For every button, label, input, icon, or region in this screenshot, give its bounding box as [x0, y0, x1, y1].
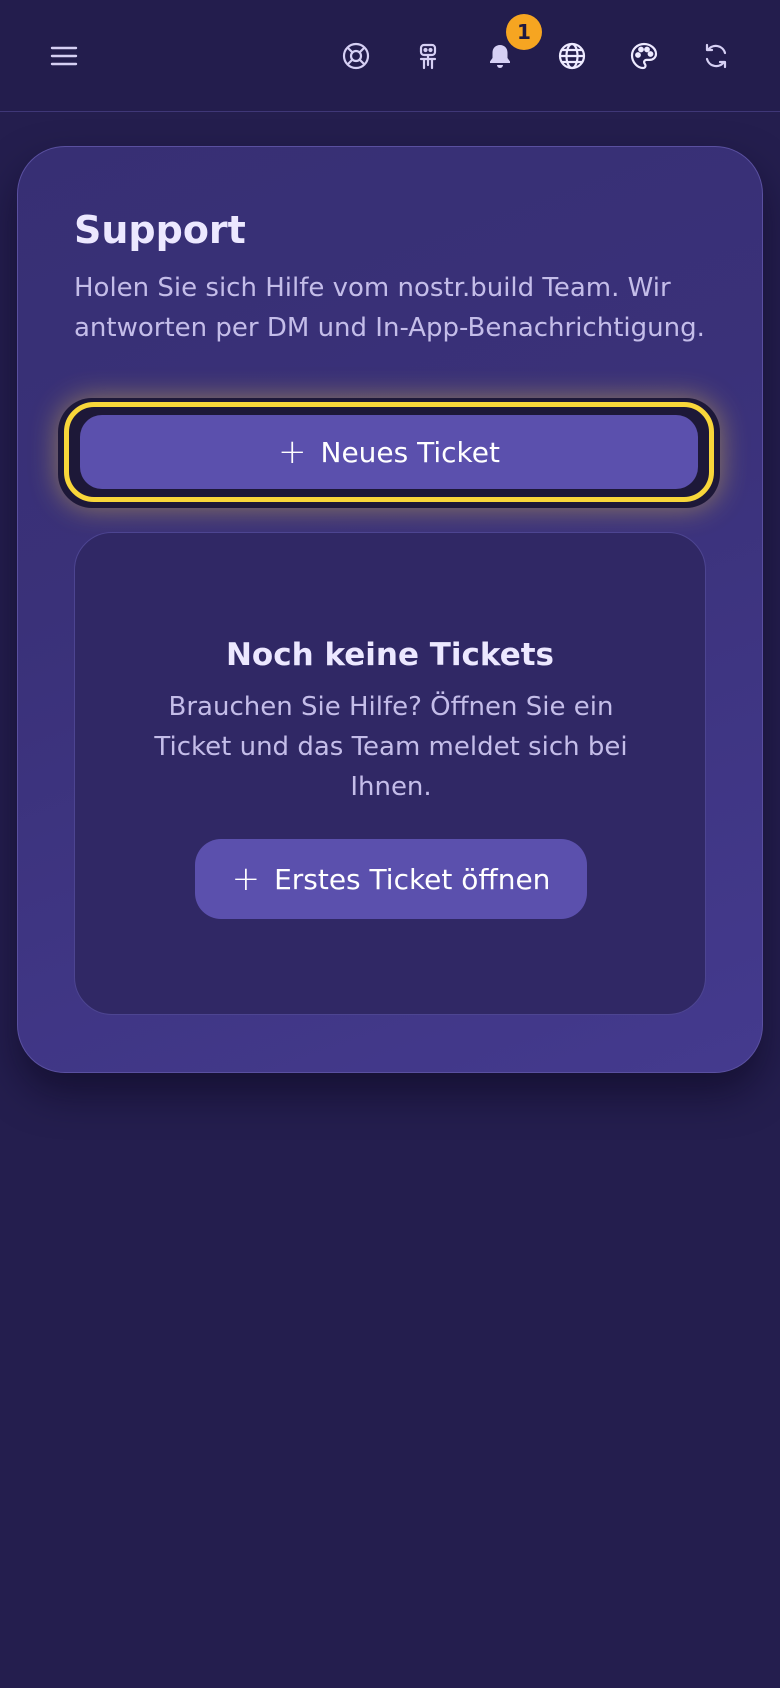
- new-ticket-button[interactable]: + Neues Ticket: [80, 415, 698, 489]
- page-title: Support: [74, 208, 246, 252]
- notification-badge: 1: [506, 14, 542, 50]
- new-ticket-focus-ring: + Neues Ticket: [64, 402, 714, 502]
- empty-state-text: Brauchen Sie Hilfe? Öffnen Sie ein Ticke…: [154, 692, 628, 802]
- open-first-ticket-button[interactable]: + Erstes Ticket öffnen: [195, 839, 587, 919]
- globe-icon[interactable]: [552, 36, 592, 76]
- menu-icon[interactable]: [44, 36, 84, 76]
- new-ticket-label: Neues Ticket: [320, 435, 500, 469]
- open-first-ticket-label: Erstes Ticket öffnen: [274, 862, 551, 896]
- support-description: Holen Sie sich Hilfe vom nostr.build Tea…: [74, 273, 705, 343]
- empty-state: Noch keine Tickets Brauchen Sie Hilfe? Ö…: [74, 532, 706, 1015]
- lifebuoy-icon[interactable]: [336, 36, 376, 76]
- top-bar: 1: [0, 0, 780, 112]
- refresh-icon[interactable]: [696, 36, 736, 76]
- robot-icon[interactable]: [408, 36, 448, 76]
- palette-icon[interactable]: [624, 36, 664, 76]
- empty-state-title: Noch keine Tickets: [225, 637, 555, 673]
- plus-icon: +: [231, 859, 261, 899]
- plus-icon: +: [278, 432, 307, 472]
